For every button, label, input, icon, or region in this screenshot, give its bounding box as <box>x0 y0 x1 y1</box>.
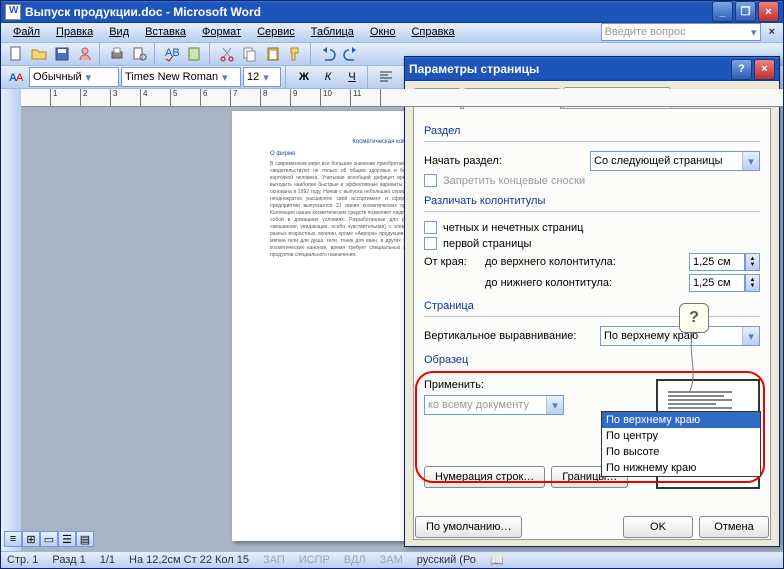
page-setup-dialog: Параметры страницы ? × Поля Размер бумаг… <box>404 56 780 547</box>
status-trk: ИСПР <box>299 554 330 566</box>
minimize-button[interactable]: _ <box>712 1 733 22</box>
apply-select[interactable]: ко всему документу <box>424 395 564 415</box>
menu-bar: Файл Правка Вид Вставка Формат Сервис Та… <box>1 23 783 43</box>
window-title: Выпуск продукции.doc - Microsoft Word <box>25 5 712 19</box>
styles-pane-icon[interactable]: AA <box>5 66 27 88</box>
menu-help[interactable]: Справка <box>403 24 462 40</box>
print-icon[interactable] <box>106 43 128 65</box>
valign-option-top[interactable]: По верхнему краю <box>602 412 760 428</box>
menu-view[interactable]: Вид <box>101 24 137 40</box>
status-bar: Стр. 1 Разд 1 1/1 На 12,2см Ст 22 Кол 15… <box>1 551 783 568</box>
section-group-label: Раздел <box>424 125 760 137</box>
menu-table[interactable]: Таблица <box>303 24 362 40</box>
odd-even-checkbox[interactable] <box>424 221 437 234</box>
status-pages: 1/1 <box>100 554 115 566</box>
research-icon[interactable] <box>184 43 206 65</box>
help-question-input[interactable]: Введите вопрос <box>601 23 761 41</box>
normal-view-icon[interactable]: ≡ <box>4 531 22 547</box>
print-preview-icon[interactable] <box>129 43 151 65</box>
valign-option-center[interactable]: По центру <box>602 428 760 444</box>
footer-distance-input[interactable] <box>689 274 745 292</box>
valign-option-bottom[interactable]: По нижнему краю <box>602 460 760 476</box>
close-button[interactable]: × <box>758 1 779 22</box>
view-buttons: ≡ ⊞ ▭ ☰ ▤ <box>4 531 94 547</box>
style-combo[interactable]: Обычный <box>29 67 119 87</box>
first-page-checkbox[interactable] <box>424 237 437 250</box>
cancel-button[interactable]: Отмена <box>699 516 769 538</box>
horizontal-ruler: 123 4567 891011 <box>21 89 783 107</box>
status-ext: ВДЛ <box>344 554 366 566</box>
header-distance-spinner[interactable]: ▲▼ <box>745 253 760 271</box>
permissions-icon[interactable] <box>74 43 96 65</box>
status-page: Стр. 1 <box>7 554 38 566</box>
valign-option-justify[interactable]: По высоте <box>602 444 760 460</box>
status-section: Разд 1 <box>52 554 85 566</box>
menu-format[interactable]: Формат <box>194 24 249 40</box>
save-icon[interactable] <box>51 43 73 65</box>
dialog-help-button[interactable]: ? <box>731 59 752 80</box>
app-titlebar: Выпуск продукции.doc - Microsoft Word _ … <box>1 1 783 23</box>
apply-label: Применить: <box>424 379 628 391</box>
valign-dropdown-list: По верхнему краю По центру По высоте По … <box>601 411 761 477</box>
status-ovr: ЗАМ <box>380 554 403 566</box>
reading-view-icon[interactable]: ▤ <box>76 531 94 547</box>
status-rec: ЗАП <box>263 554 285 566</box>
valign-label: Вертикальное выравнивание: <box>424 330 594 342</box>
align-left-icon[interactable] <box>375 66 397 88</box>
bold-button[interactable]: Ж <box>293 66 315 88</box>
status-position: На 12,2см Ст 22 Кол 15 <box>129 554 249 566</box>
header-distance-input[interactable] <box>689 253 745 271</box>
copy-icon[interactable] <box>239 43 261 65</box>
outline-view-icon[interactable]: ☰ <box>58 531 76 547</box>
menu-insert[interactable]: Вставка <box>137 24 194 40</box>
headers-group-label: Различать колонтитулы <box>424 195 760 207</box>
whats-this-balloon: ? <box>679 303 709 333</box>
paste-icon[interactable] <box>262 43 284 65</box>
section-start-select[interactable]: Со следующей страницы <box>590 151 760 171</box>
undo-icon[interactable] <box>317 43 339 65</box>
page-group-label: Страница <box>424 300 760 312</box>
web-view-icon[interactable]: ⊞ <box>22 531 40 547</box>
first-page-label: первой страницы <box>443 238 531 250</box>
status-spellcheck-icon[interactable]: 📖 <box>490 554 504 567</box>
doc-close-button[interactable]: × <box>765 26 779 38</box>
print-layout-icon[interactable]: ▭ <box>40 531 58 547</box>
new-doc-icon[interactable] <box>5 43 27 65</box>
menu-tools[interactable]: Сервис <box>249 24 303 40</box>
font-size-combo[interactable]: 12 <box>243 67 281 87</box>
app-icon <box>5 4 21 20</box>
svg-text:A: A <box>16 72 24 84</box>
from-edge-label: От края: <box>424 256 479 268</box>
suppress-endnotes-label: Запретить концевые сноски <box>443 175 585 187</box>
menu-file[interactable]: Файл <box>5 24 48 40</box>
line-numbers-button[interactable]: Нумерация строк… <box>424 466 545 488</box>
footer-distance-spinner[interactable]: ▲▼ <box>745 274 760 292</box>
footer-distance-label: до нижнего колонтитула: <box>485 277 683 289</box>
italic-button[interactable]: К <box>317 66 339 88</box>
font-combo[interactable]: Times New Roman <box>121 67 241 87</box>
status-lang: русский (Ро <box>417 554 476 566</box>
redo-icon[interactable] <box>340 43 362 65</box>
menu-edit[interactable]: Правка <box>48 24 101 40</box>
format-painter-icon[interactable] <box>285 43 307 65</box>
header-distance-label: до верхнего колонтитула: <box>485 256 683 268</box>
vertical-ruler <box>1 89 21 551</box>
default-button[interactable]: По умолчанию… <box>415 516 522 538</box>
spellcheck-icon[interactable]: ABC <box>161 43 183 65</box>
suppress-endnotes-checkbox[interactable] <box>424 174 437 187</box>
whats-this-tail <box>685 333 701 393</box>
cut-icon[interactable] <box>216 43 238 65</box>
preview-group-label: Образец <box>424 354 760 366</box>
dialog-close-button[interactable]: × <box>754 59 775 80</box>
menu-window[interactable]: Окно <box>362 24 404 40</box>
open-icon[interactable] <box>28 43 50 65</box>
section-start-label: Начать раздел: <box>424 155 544 167</box>
odd-even-label: четных и нечетных страниц <box>443 222 583 234</box>
underline-button[interactable]: Ч <box>341 66 363 88</box>
ok-button[interactable]: OK <box>623 516 693 538</box>
dialog-title: Параметры страницы <box>409 62 731 76</box>
restore-button[interactable]: ❐ <box>735 1 756 22</box>
